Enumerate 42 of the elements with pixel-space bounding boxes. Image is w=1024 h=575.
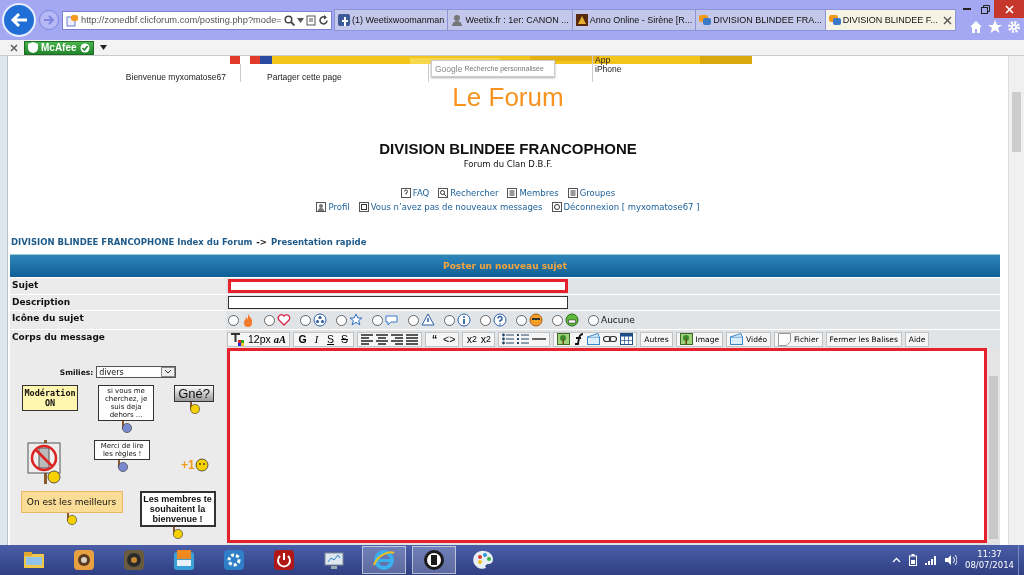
app-link[interactable]: App iPhone [592,56,638,82]
forum-logo: Le Forum [451,82,565,110]
toolbar-button[interactable]: “ [428,332,442,346]
share-link[interactable]: Partager cette page [267,72,342,82]
option-label: Aucune [601,315,635,325]
smiley-sign[interactable]: Gné? [174,385,214,402]
field-label: Description [10,295,226,310]
toolbar-button[interactable]: G [296,332,310,346]
smiley-sign[interactable]: Les membres te souhaitent la bienvenue ! [139,491,216,527]
nav-link[interactable]: Rechercher [438,188,499,198]
nav-link[interactable]: Profil [316,202,350,212]
form-header: Poster un nouveau sujet [10,254,1000,277]
site-title: DIVISION BLINDEE FRANCOPHONE [378,140,638,157]
toolbar-button[interactable]: I [310,332,324,346]
nav-link[interactable]: Vous n’avez pas de nouveaux messages [358,202,543,212]
browser-tab[interactable]: Anno Online - Sirène [R... [571,9,697,31]
smiley-sign[interactable]: Modération ON [22,385,79,411]
breadcrumb-separator: -> [256,237,267,247]
field-label: Icône du sujet [10,311,226,329]
nav-link[interactable]: FAQ [400,188,430,198]
browser-tab[interactable]: DIVISION BLINDEE F... [824,9,956,31]
field-label: Sujet [10,278,226,294]
nav-link[interactable]: Membres [507,188,559,198]
clock[interactable]: 11:37 08/07/2014 [965,549,1014,571]
welcome-text: Bienvenue myxomatose67 [124,72,227,82]
nav-link[interactable]: Groupes [567,188,616,198]
toolbar-button[interactable]: aA [272,332,288,346]
address-text[interactable]: http://zonedbf.clicforum.com/posting.php?mode= [81,15,282,25]
category-dropdown[interactable]: divers [96,366,177,378]
browser-tab[interactable]: DIVISION BLINDEE FRA... [695,9,826,31]
toolbar-button[interactable]: 12px [247,332,272,346]
smiley-sign[interactable]: On est les meilleurs [20,491,123,513]
toolbar-button[interactable]: <> [442,332,457,346]
breadcrumb-link[interactable]: Presentation rapide [270,237,367,247]
browser-tab[interactable]: Weetix.fr : 1er: CANON ... [447,9,573,31]
browser-tab[interactable]: (1) Weetixwoomanman [334,9,449,31]
toolbar-button[interactable]: S [338,332,352,346]
address-bar[interactable]: http://zonedbf.clicforum.com/posting.php?mode= [62,10,332,30]
toolbar-button[interactable]: S [324,332,338,346]
nav-link[interactable]: Déconnexion [ myxomatose67 ] [551,202,700,212]
site-subtitle: Forum du Clan D.B.F. [462,159,554,169]
breadcrumb-link[interactable]: DIVISION BLINDEE FRANCOPHONE Index du Forum [11,237,253,247]
